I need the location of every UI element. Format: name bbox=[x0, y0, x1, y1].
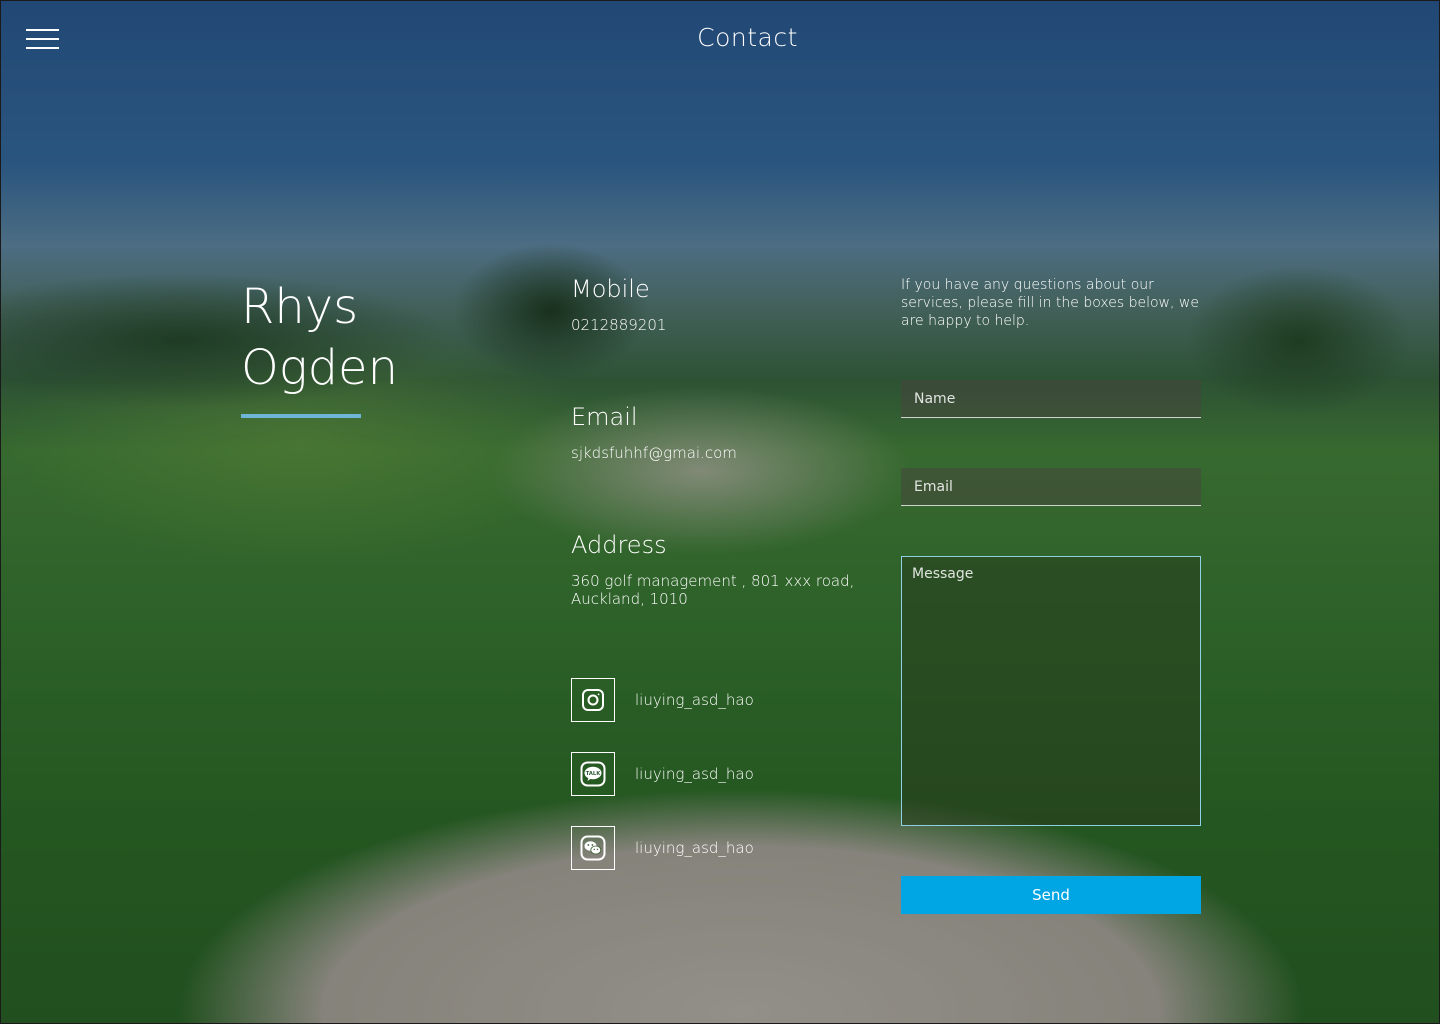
social-item-kakaotalk: TALK liuying_asd_hao bbox=[571, 752, 754, 796]
name-input[interactable] bbox=[901, 380, 1201, 418]
person-name: Rhys Ogden bbox=[241, 277, 501, 399]
address-heading: Address bbox=[571, 531, 667, 559]
message-textarea[interactable] bbox=[901, 556, 1201, 826]
send-button[interactable]: Send bbox=[901, 876, 1201, 914]
mobile-value: 0212889201 bbox=[571, 316, 667, 334]
instagram-icon[interactable] bbox=[571, 678, 615, 722]
svg-text:TALK: TALK bbox=[586, 771, 601, 777]
page-title: Contact bbox=[697, 23, 798, 52]
wechat-handle[interactable]: liuying_asd_hao bbox=[635, 839, 754, 857]
mobile-heading: Mobile bbox=[571, 275, 650, 303]
kakaotalk-handle[interactable]: liuying_asd_hao bbox=[635, 765, 754, 783]
social-item-instagram: liuying_asd_hao bbox=[571, 678, 754, 722]
instagram-handle[interactable]: liuying_asd_hao bbox=[635, 691, 754, 709]
email-heading: Email bbox=[571, 403, 638, 431]
kakaotalk-icon[interactable]: TALK bbox=[571, 752, 615, 796]
email-input[interactable] bbox=[901, 468, 1201, 506]
address-value: 360 golf management , 801 xxx road, Auck… bbox=[571, 572, 855, 608]
form-intro-text: If you have any questions about our serv… bbox=[901, 277, 1199, 329]
email-value: sjkdsfuhhf@gmai.com bbox=[571, 444, 737, 462]
person-last-name: Ogden bbox=[241, 340, 399, 396]
name-underline bbox=[241, 414, 361, 418]
person-first-name: Rhys bbox=[241, 279, 359, 335]
wechat-icon[interactable] bbox=[571, 826, 615, 870]
social-item-wechat: liuying_asd_hao bbox=[571, 826, 754, 870]
contact-page: Contact Rhys Ogden Mobile 0212889201 Ema… bbox=[0, 0, 1440, 1024]
